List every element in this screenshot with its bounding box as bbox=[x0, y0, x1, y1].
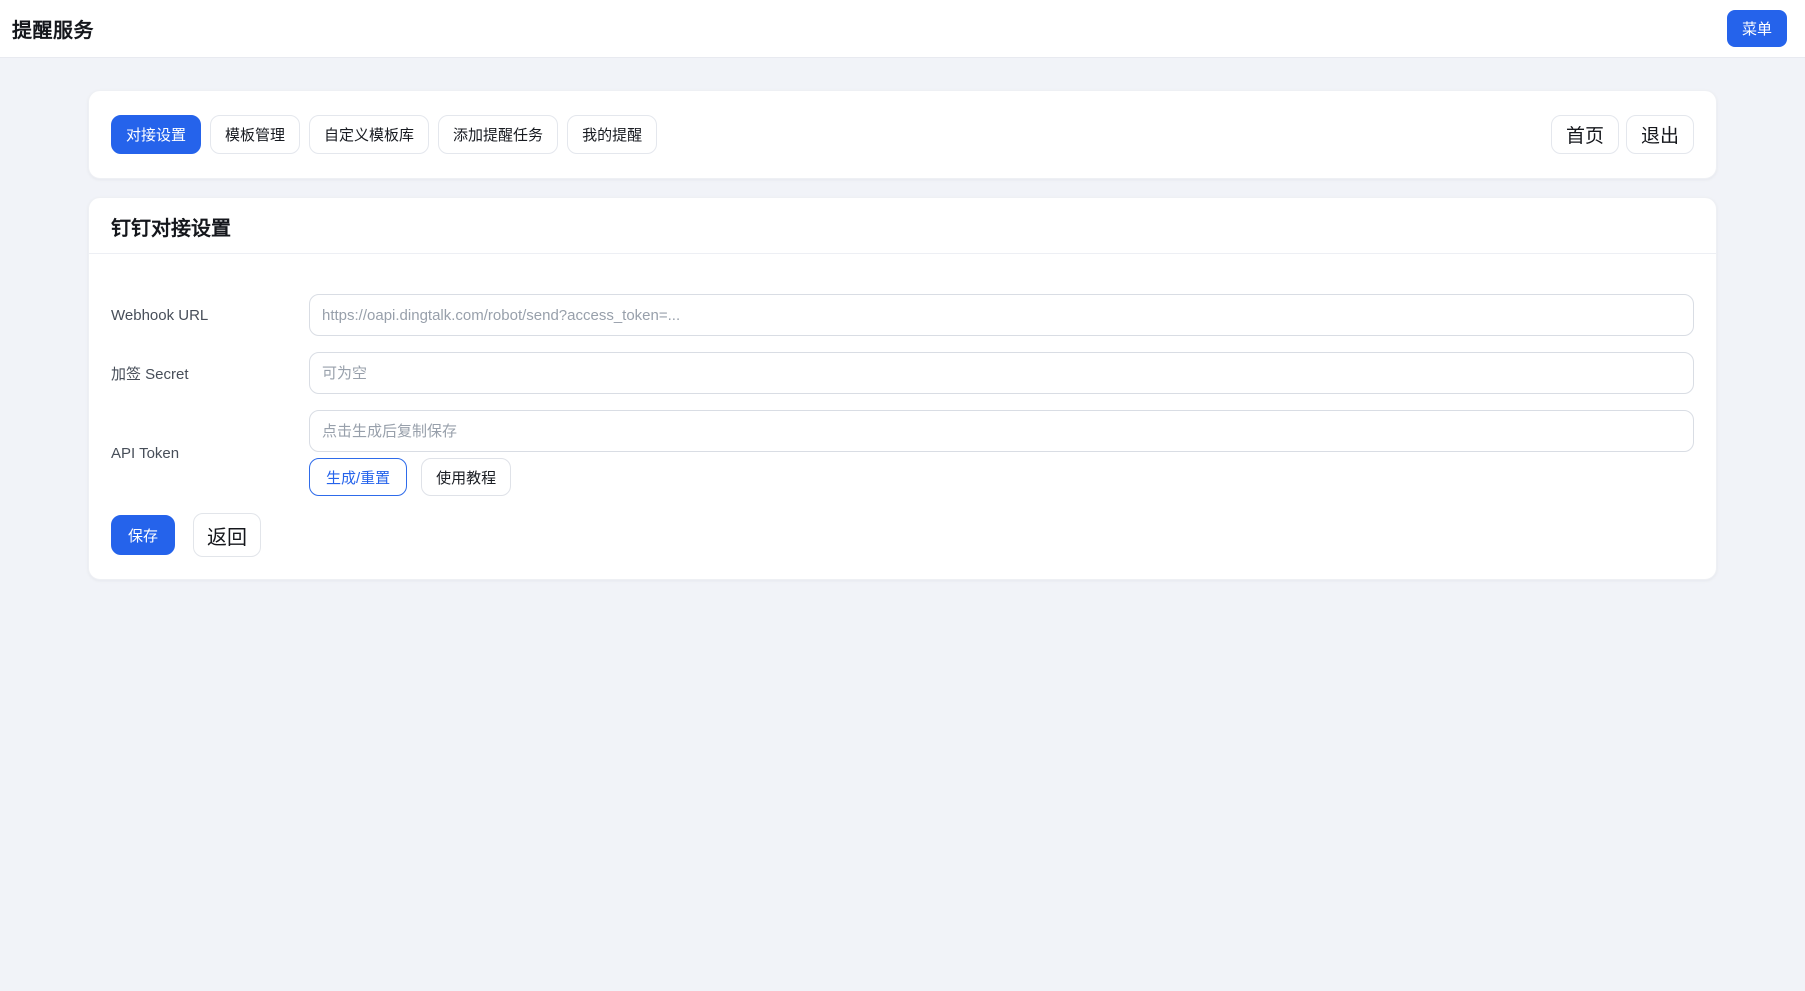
home-button[interactable]: 首页 bbox=[1550, 115, 1619, 154]
tab-connect-settings[interactable]: 对接设置 bbox=[111, 115, 202, 154]
tab-custom-template-library[interactable]: 自定义模板库 bbox=[309, 115, 430, 154]
secret-input[interactable] bbox=[309, 352, 1694, 394]
api-token-label: API Token bbox=[111, 444, 180, 462]
dingtalk-settings-card: 钉钉对接设置 Webhook URL 加签 Secret API Token bbox=[88, 197, 1717, 580]
secret-label: 加签 Secret bbox=[111, 365, 189, 383]
form-row-webhook-url: Webhook URL bbox=[111, 294, 1694, 336]
card-header: 钉钉对接设置 bbox=[89, 198, 1716, 254]
form-row-api-token: API Token 生成/重置 使用教程 bbox=[111, 410, 1694, 496]
tab-add-reminder-task[interactable]: 添加提醒任务 bbox=[438, 115, 559, 154]
card-title: 钉钉对接设置 bbox=[111, 218, 231, 240]
menu-button[interactable]: 菜单 bbox=[1726, 10, 1787, 47]
page-container: 对接设置 模板管理 自定义模板库 添加提醒任务 我的提醒 首页 退出 钉钉对接设… bbox=[88, 90, 1717, 580]
logout-button[interactable]: 退出 bbox=[1625, 115, 1694, 154]
webhook-url-label: Webhook URL bbox=[111, 306, 209, 324]
secret-control bbox=[309, 352, 1694, 394]
tab-template-management[interactable]: 模板管理 bbox=[210, 115, 301, 154]
form-row-secret: 加签 Secret bbox=[111, 352, 1694, 394]
settings-form: Webhook URL 加签 Secret API Token 生成/重置 使用… bbox=[89, 254, 1716, 579]
generate-reset-token-button[interactable]: 生成/重置 bbox=[309, 458, 408, 496]
back-button[interactable]: 返回 bbox=[193, 513, 262, 557]
api-token-input[interactable] bbox=[309, 410, 1694, 452]
tab-my-reminders[interactable]: 我的提醒 bbox=[567, 115, 658, 154]
api-token-control: 生成/重置 使用教程 bbox=[309, 410, 1694, 496]
nav-bar: 对接设置 模板管理 自定义模板库 添加提醒任务 我的提醒 首页 退出 bbox=[88, 90, 1717, 179]
webhook-url-input[interactable] bbox=[309, 294, 1694, 336]
save-button[interactable]: 保存 bbox=[111, 515, 176, 555]
webhook-url-control bbox=[309, 294, 1694, 336]
form-actions: 保存 返回 bbox=[111, 513, 1694, 557]
nav-tabs: 对接设置 模板管理 自定义模板库 添加提醒任务 我的提醒 bbox=[111, 115, 658, 154]
token-buttons: 生成/重置 使用教程 bbox=[309, 458, 1694, 496]
tutorial-button[interactable]: 使用教程 bbox=[421, 458, 512, 496]
nav-right-links: 首页 退出 bbox=[1550, 115, 1694, 154]
app-title: 提醒服务 bbox=[12, 20, 94, 42]
top-header: 提醒服务 菜单 bbox=[0, 0, 1805, 58]
